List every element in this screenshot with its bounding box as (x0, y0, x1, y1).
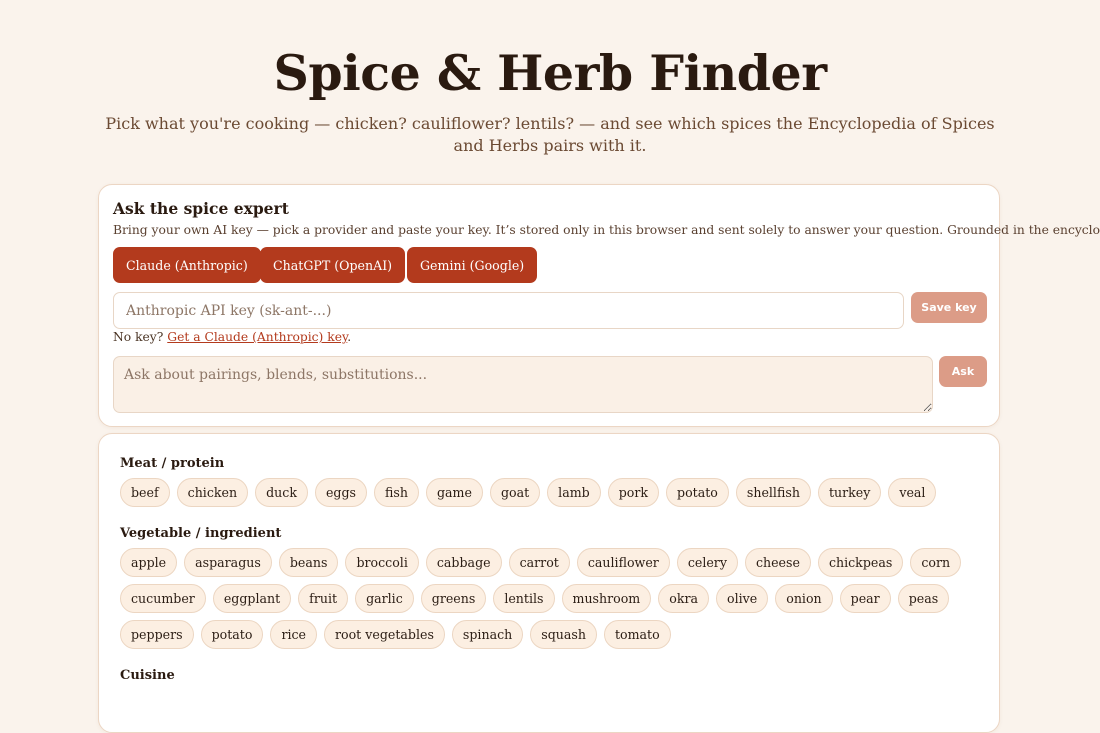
ingredient-chip[interactable]: cheese (744, 548, 811, 577)
ingredient-chip[interactable]: beef (120, 478, 170, 507)
ingredient-chip[interactable]: eggplant (212, 584, 292, 613)
category-title: Meat / protein (120, 456, 225, 471)
category-title: Cuisine (120, 668, 175, 683)
ai-panel-description: Bring your own AI key — pick a provider … (113, 223, 1100, 237)
ingredient-chip[interactable]: garlic (355, 584, 414, 613)
ingredient-chip[interactable]: pork (607, 478, 660, 507)
ingredient-chip[interactable]: fish (374, 478, 419, 507)
ingredient-chip[interactable]: potato (666, 478, 729, 507)
page-subtitle: Pick what you're cooking — chicken? caul… (105, 114, 995, 155)
ingredient-chip[interactable]: broccoli (345, 548, 419, 577)
ingredient-chip[interactable]: beans (278, 548, 339, 577)
ingredient-chip[interactable]: squash (530, 620, 597, 649)
ingredient-chip[interactable]: duck (255, 478, 308, 507)
ingredient-chip[interactable]: spinach (451, 620, 524, 649)
category-title: Vegetable / ingredient (120, 526, 282, 541)
ingredient-chip[interactable]: shellfish (735, 478, 811, 507)
ingredient-chip[interactable]: eggs (314, 478, 367, 507)
ask-button[interactable]: Ask (939, 356, 987, 387)
ingredient-chip[interactable]: game (425, 478, 483, 507)
page-title: Spice & Herb Finder (273, 44, 827, 102)
ai-panel-title: Ask the spice expert (113, 199, 289, 218)
ingredient-chip[interactable]: veal (888, 478, 937, 507)
save-key-button[interactable]: Save key (911, 292, 987, 323)
ingredient-chip[interactable]: goat (489, 478, 541, 507)
ingredient-chip[interactable]: tomato (603, 620, 671, 649)
ingredient-chip[interactable]: lentils (493, 584, 555, 613)
ingredient-chip[interactable]: mushroom (561, 584, 652, 613)
ingredient-chip[interactable]: celery (676, 548, 738, 577)
ingredient-chip[interactable]: rice (270, 620, 317, 649)
ingredient-chip[interactable]: cauliflower (576, 548, 670, 577)
ingredient-chip[interactable]: olive (716, 584, 769, 613)
ingredient-chip[interactable]: cucumber (120, 584, 206, 613)
no-key-note: No key? Get a Claude (Anthropic) key. (113, 330, 352, 344)
ingredient-chip[interactable]: greens (420, 584, 487, 613)
get-key-link[interactable]: Get a Claude (Anthropic) key (167, 330, 347, 344)
ingredient-chip[interactable]: okra (658, 584, 710, 613)
chip-list: apple asparagus beans broccoli cabbage carrot… (120, 548, 979, 649)
ingredient-chip[interactable]: cabbage (425, 548, 502, 577)
ingredient-chip[interactable]: chickpeas (817, 548, 904, 577)
ingredient-chip[interactable]: asparagus (184, 548, 272, 577)
ingredient-picker-panel: Meat / protein beef chicken duck eggs fish gam… (98, 433, 1000, 733)
ai-expert-panel: Ask the spice expert Bring your own AI k… (98, 184, 1100, 427)
provider-claude-button[interactable]: Claude (Anthropic) (113, 247, 261, 283)
ingredient-chip[interactable]: potato (200, 620, 264, 649)
no-key-text: No key? (113, 330, 164, 344)
ingredient-chip[interactable]: carrot (508, 548, 570, 577)
provider-chatgpt-button[interactable]: ChatGPT (OpenAI) (260, 247, 406, 283)
ingredient-chip[interactable]: peas (897, 584, 950, 613)
ingredient-chip[interactable]: pear (839, 584, 891, 613)
provider-gemini-button[interactable]: Gemini (Google) (407, 247, 538, 283)
question-input[interactable] (113, 356, 933, 413)
ingredient-chip[interactable]: chicken (176, 478, 249, 507)
api-key-input[interactable] (113, 292, 904, 329)
ingredient-chip[interactable]: onion (775, 584, 833, 613)
ingredient-chip[interactable]: peppers (120, 620, 194, 649)
ingredient-chip[interactable]: fruit (298, 584, 349, 613)
ingredient-chip[interactable]: corn (910, 548, 962, 577)
ingredient-chip[interactable]: apple (120, 548, 178, 577)
ingredient-chip[interactable]: turkey (817, 478, 882, 507)
ingredient-chip[interactable]: root vegetables (324, 620, 445, 649)
chip-list: beef chicken duck eggs fish game goat lamb pork p… (120, 478, 979, 507)
ingredient-chip[interactable]: lamb (547, 478, 601, 507)
